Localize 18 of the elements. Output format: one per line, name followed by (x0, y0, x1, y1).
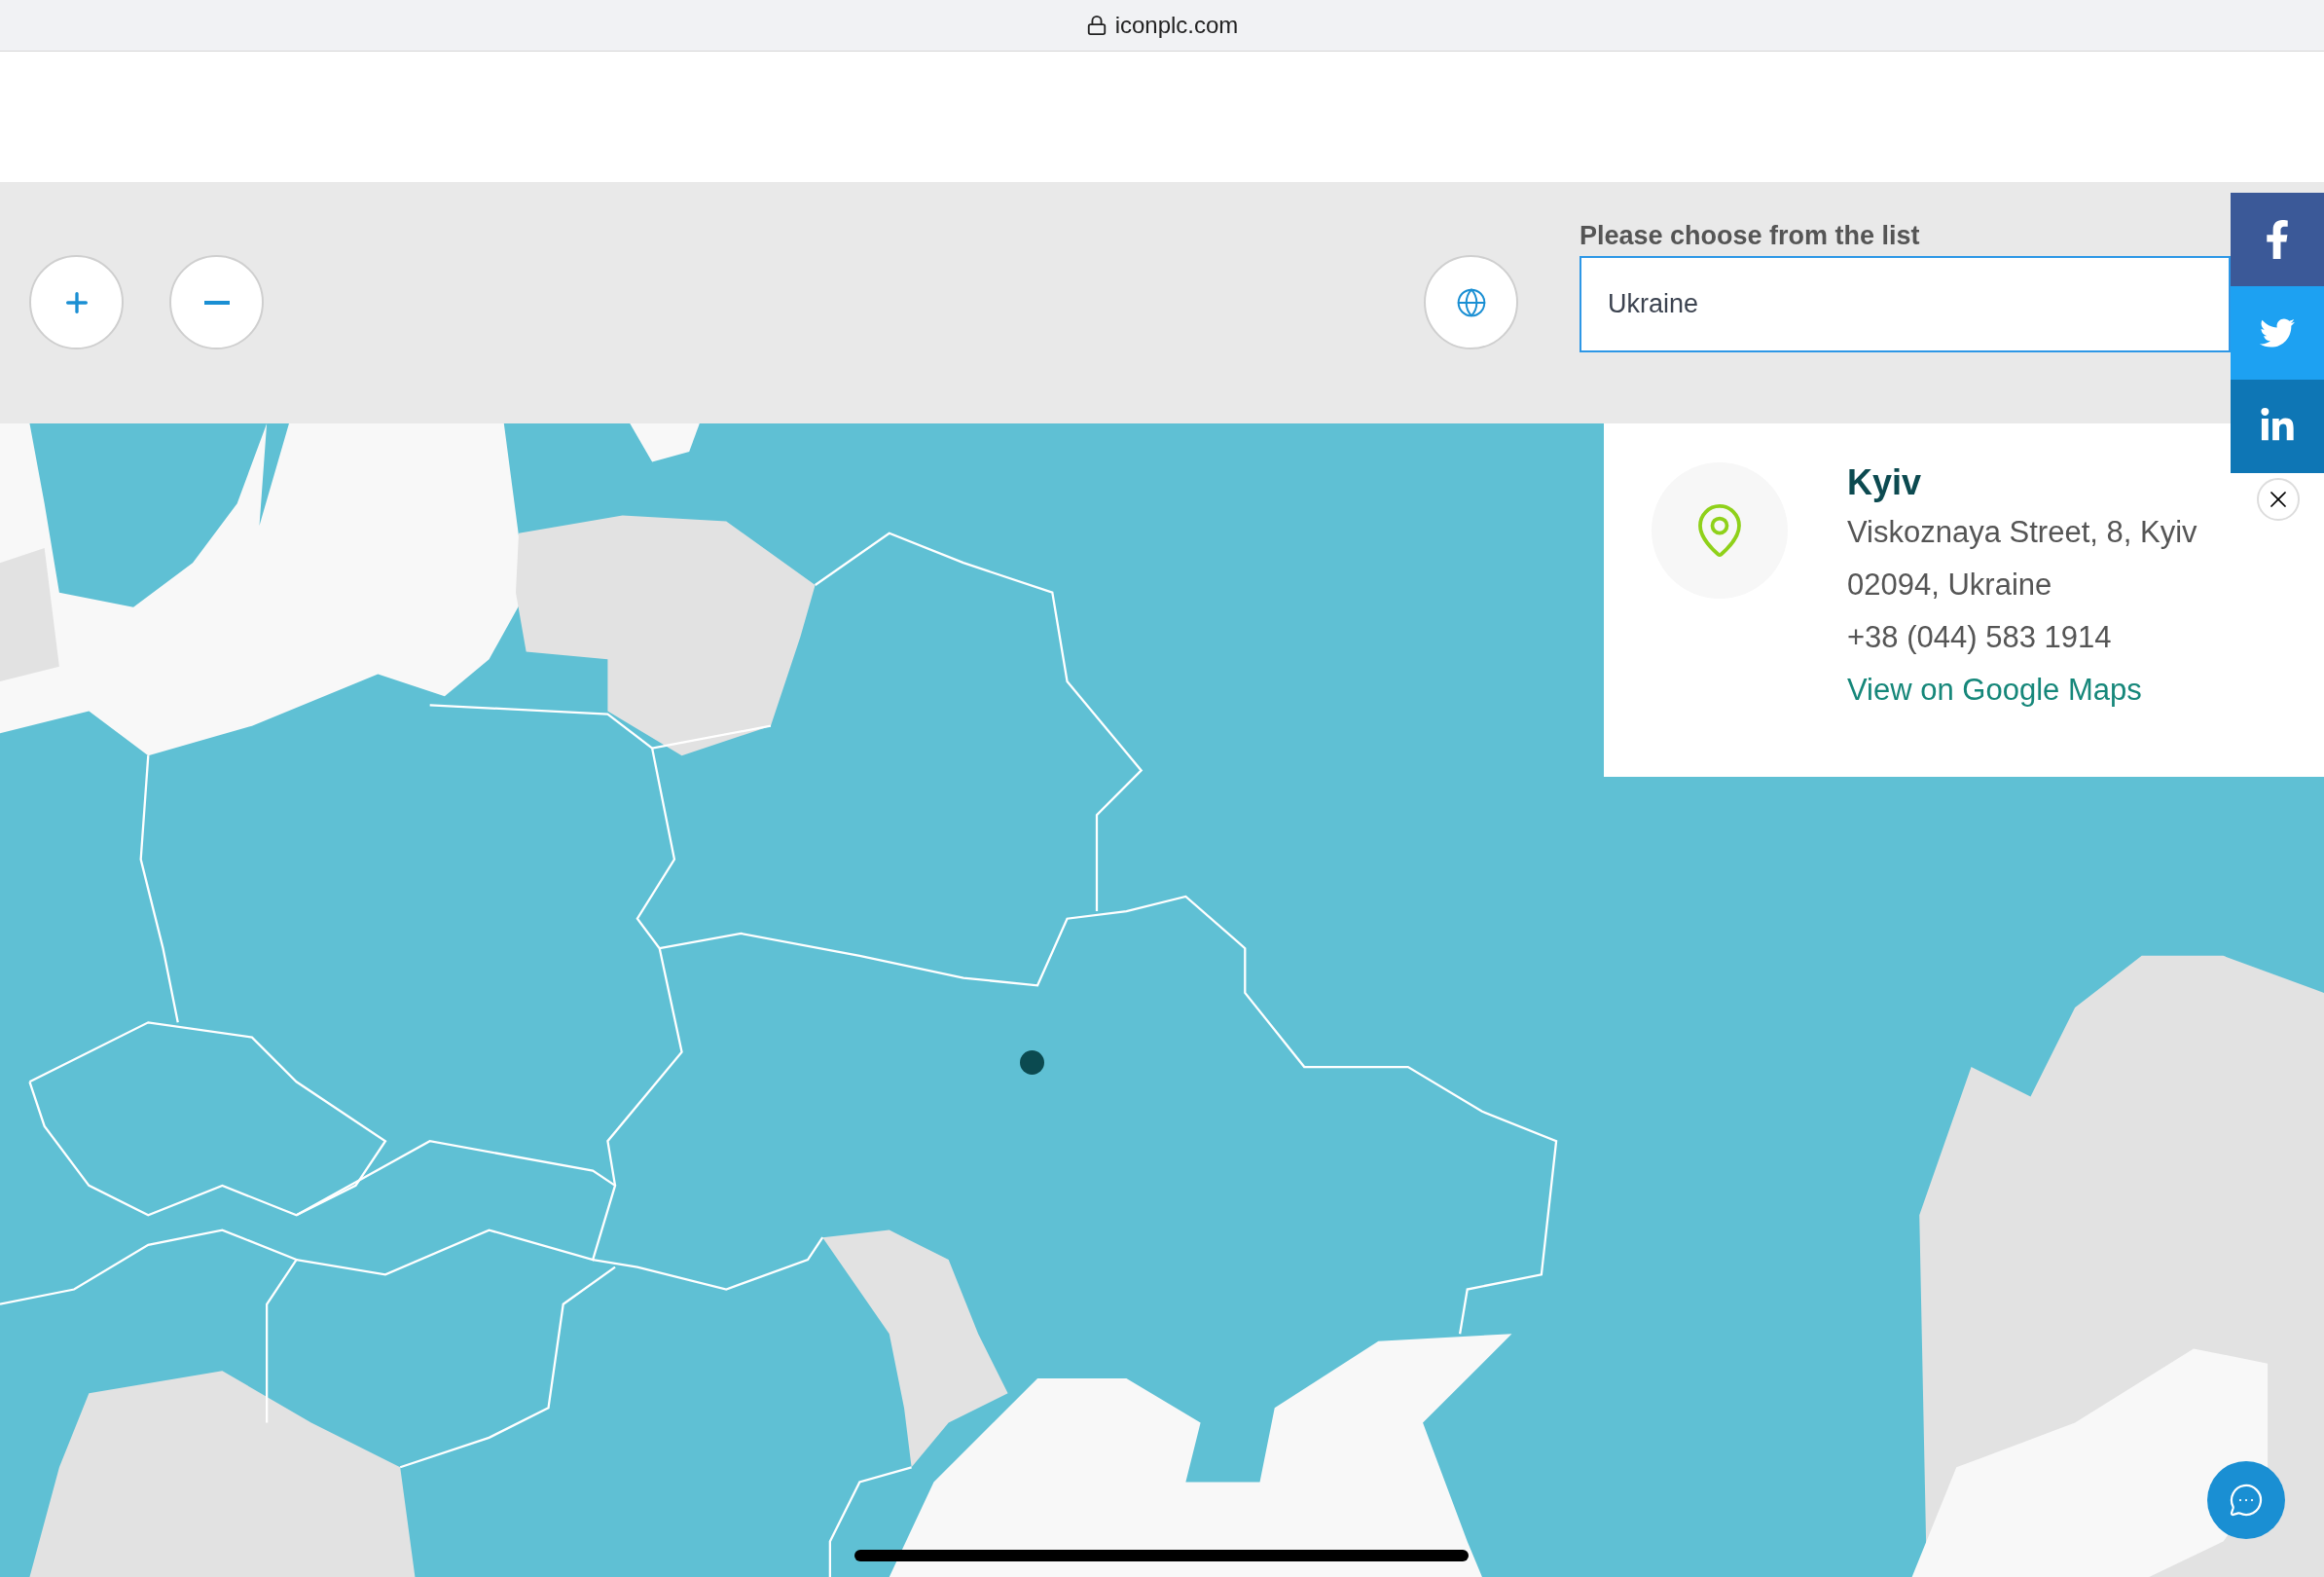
country-select[interactable]: Ukraine (1580, 256, 2231, 352)
close-button[interactable] (2257, 478, 2300, 521)
select-label: Please choose from the list (1580, 220, 1920, 252)
phone-number: +38 (044) 583 1914 (1847, 619, 2113, 656)
address-line: Viskoznaya Street, 8, Kyiv (1847, 514, 2197, 551)
location-marker[interactable] (1020, 1050, 1044, 1075)
facebook-button[interactable] (2231, 193, 2324, 286)
url-text[interactable]: iconplc.com (1114, 8, 1239, 43)
office-name: Kyiv (1847, 461, 1923, 504)
bird-icon (2260, 315, 2295, 350)
address-line: 02094, Ukraine (1847, 567, 2053, 604)
minus-icon (203, 300, 230, 305)
globe-icon (1455, 286, 1487, 318)
google-maps-link[interactable]: View on Google Maps (1847, 665, 2197, 715)
chat-icon (2229, 1483, 2264, 1518)
lock-icon (1085, 15, 1108, 36)
linkedin-button[interactable] (2231, 380, 2324, 473)
twitter-button[interactable] (2231, 286, 2324, 380)
